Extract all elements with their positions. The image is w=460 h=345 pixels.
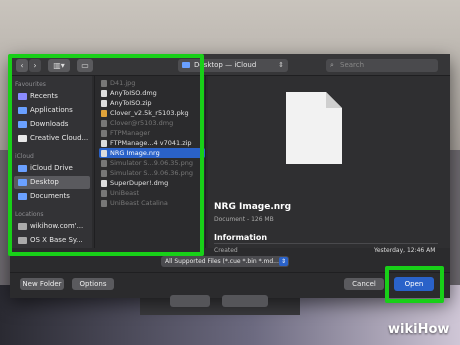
search-field[interactable]: ⌕ Search bbox=[326, 59, 438, 72]
watermark: wikiHow bbox=[388, 322, 450, 337]
background-button bbox=[222, 295, 268, 307]
highlight-box-open bbox=[385, 266, 444, 303]
search-placeholder: Search bbox=[340, 61, 365, 69]
options-button[interactable]: Options bbox=[72, 278, 114, 290]
document-preview-icon bbox=[286, 92, 342, 164]
preview-information-header: Information bbox=[214, 233, 268, 242]
chevron-updown-icon: ⇕ bbox=[278, 61, 284, 69]
file-format-label: All Supported Files (*.cue *.bin *.md... bbox=[165, 258, 279, 265]
divider bbox=[214, 243, 438, 244]
preview-created-label: Created bbox=[214, 247, 238, 254]
preview-file-meta: Document - 126 MB bbox=[214, 216, 274, 223]
highlight-box-browser bbox=[8, 54, 204, 256]
chevron-updown-icon: ⇕ bbox=[279, 257, 288, 266]
file-format-popup[interactable]: All Supported Files (*.cue *.bin *.md...… bbox=[161, 256, 289, 267]
new-folder-button[interactable]: New Folder bbox=[20, 278, 64, 290]
preview-created-value: Yesterday, 12:46 AM bbox=[374, 247, 436, 254]
search-icon: ⌕ bbox=[330, 61, 334, 69]
preview-file-name: NRG Image.nrg bbox=[214, 202, 292, 212]
background-button bbox=[170, 295, 210, 307]
cancel-button[interactable]: Cancel bbox=[344, 278, 384, 290]
